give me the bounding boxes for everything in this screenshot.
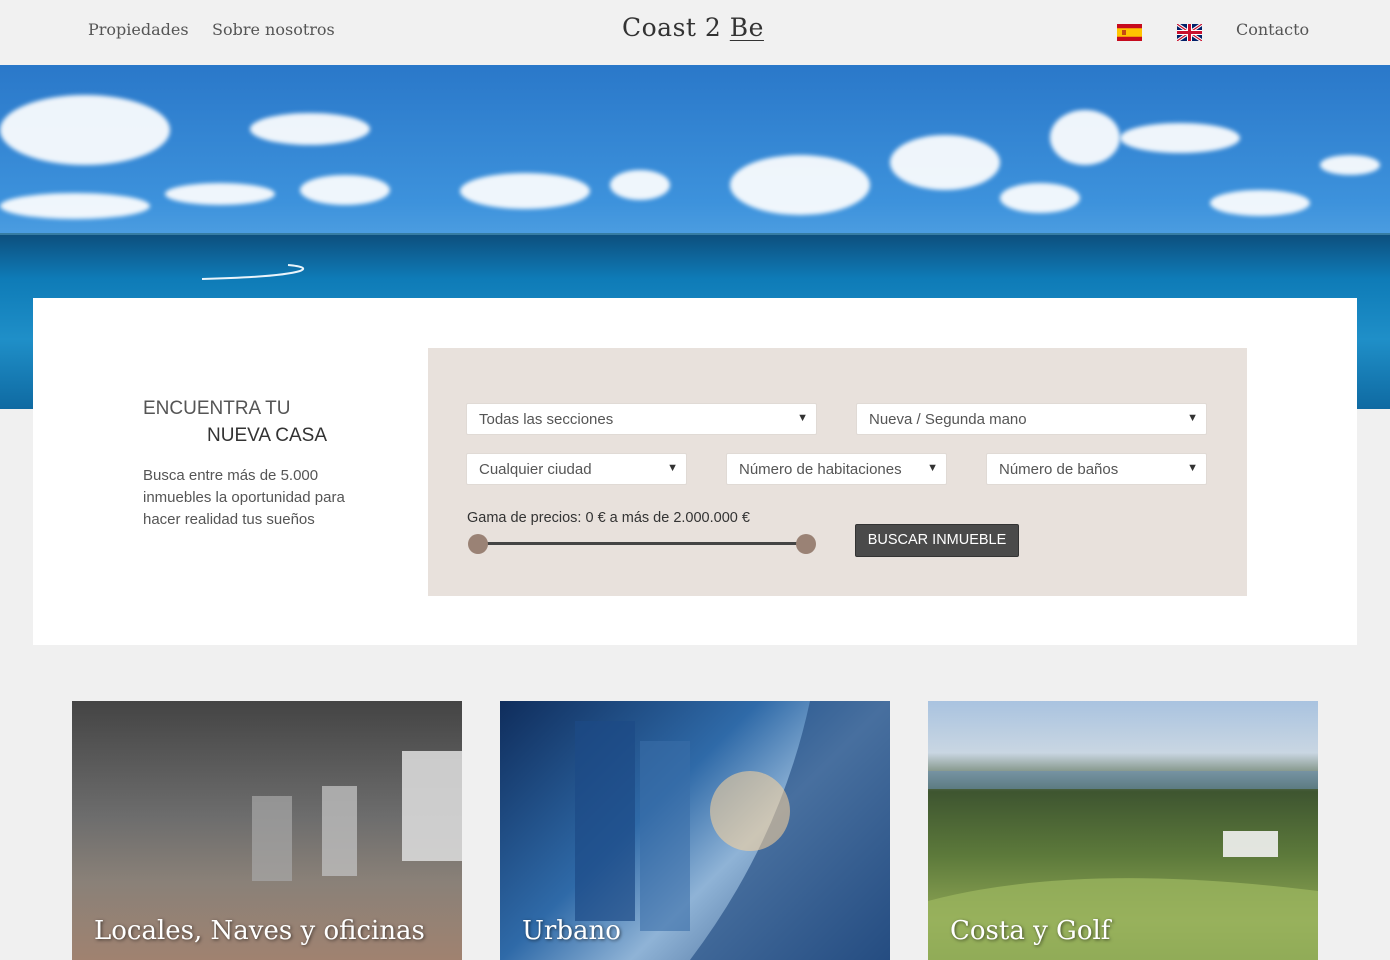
chevron-down-icon: ▼ <box>1187 412 1198 424</box>
chevron-down-icon: ▼ <box>667 462 678 474</box>
search-panel: Todas las secciones ▼ Nueva / Segunda ma… <box>428 348 1247 596</box>
rooms-select[interactable]: Número de habitaciones ▼ <box>726 453 947 485</box>
baths-select-value: Número de baños <box>999 461 1119 478</box>
search-description: Busca entre más de 5.000 inmuebles la op… <box>143 467 345 528</box>
boat-wake <box>201 264 304 280</box>
nav-link-contact[interactable]: Contacto <box>1236 20 1309 39</box>
price-slider-min-handle[interactable] <box>468 534 488 554</box>
window-graphic <box>252 751 462 881</box>
nav-link-properties[interactable]: Propiedades <box>88 20 189 39</box>
cloud <box>300 175 390 205</box>
category-tile-coast-golf[interactable]: Costa y Golf <box>928 701 1318 960</box>
cloud <box>1210 190 1310 216</box>
cloud <box>1120 123 1240 153</box>
logo-accent: Be <box>729 13 764 42</box>
category-tile-urban[interactable]: Urbano <box>500 701 890 960</box>
rooms-select-value: Número de habitaciones <box>739 461 902 478</box>
uk-flag-icon[interactable] <box>1177 24 1202 41</box>
spain-flag-icon[interactable] <box>1117 24 1142 41</box>
top-navigation: Propiedades Sobre nosotros Coast 2 Be Co… <box>0 0 1390 65</box>
site-logo[interactable]: Coast 2 Be <box>622 13 764 42</box>
cloud <box>1050 110 1120 165</box>
condition-select[interactable]: Nueva / Segunda mano ▼ <box>856 403 1207 435</box>
search-card: ENCUENTRA TU NUEVA CASA Busca entre más … <box>33 298 1357 645</box>
category-label: Costa y Golf <box>950 916 1111 946</box>
price-slider-track[interactable] <box>477 542 807 545</box>
condition-select-value: Nueva / Segunda mano <box>869 411 1027 428</box>
price-slider-max-handle[interactable] <box>796 534 816 554</box>
section-select[interactable]: Todas las secciones ▼ <box>466 403 817 435</box>
cloud <box>1320 155 1380 175</box>
cloud <box>165 183 275 205</box>
search-title-line2: NUEVA CASA <box>207 425 328 446</box>
chevron-down-icon: ▼ <box>1187 462 1198 474</box>
cloud <box>730 155 870 215</box>
logo-text: Coast 2 <box>622 13 722 42</box>
cloud <box>0 95 170 165</box>
baths-select[interactable]: Número de baños ▼ <box>986 453 1207 485</box>
cloud <box>460 173 590 209</box>
nav-link-about[interactable]: Sobre nosotros <box>212 20 335 39</box>
category-label: Locales, Naves y oficinas <box>94 916 425 946</box>
price-range-label: Gama de precios: 0 € a más de 2.000.000 … <box>467 510 750 526</box>
search-title-line1: ENCUENTRA TU <box>143 398 291 419</box>
city-select[interactable]: Cualquier ciudad ▼ <box>466 453 687 485</box>
chevron-down-icon: ▼ <box>927 462 938 474</box>
cloud <box>250 113 370 145</box>
cloud <box>0 193 150 219</box>
cloud <box>610 170 670 200</box>
section-select-value: Todas las secciones <box>479 411 614 428</box>
cloud <box>1000 183 1080 213</box>
city-select-value: Cualquier ciudad <box>479 461 592 478</box>
search-property-button[interactable]: BUSCAR INMUEBLE <box>855 524 1019 557</box>
category-label: Urbano <box>522 916 621 946</box>
category-tile-commercial[interactable]: Locales, Naves y oficinas <box>72 701 462 960</box>
cloud <box>890 135 1000 190</box>
chevron-down-icon: ▼ <box>797 412 808 424</box>
